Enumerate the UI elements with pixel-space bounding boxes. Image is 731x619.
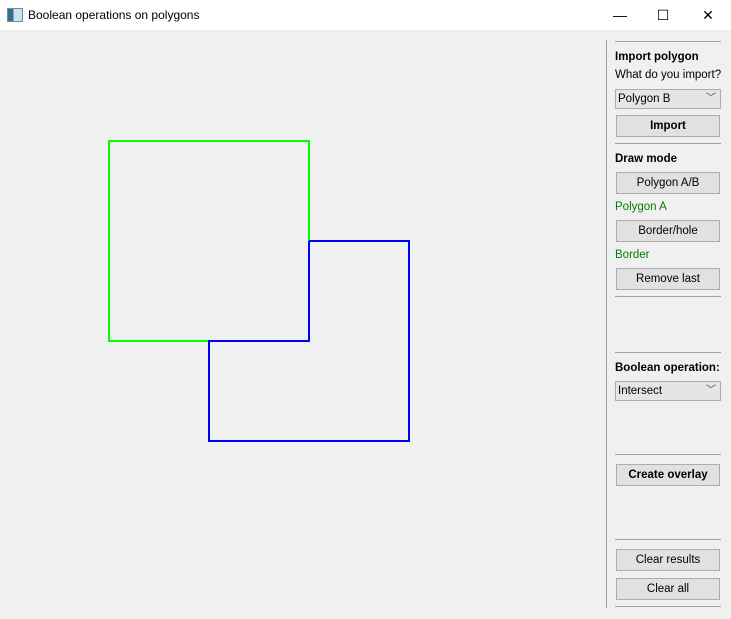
import-question: What do you import? [615, 69, 722, 81]
boolean-select-value: Intersect [618, 385, 663, 397]
panel-divider [606, 40, 607, 608]
border-status: Border [615, 249, 650, 261]
import-button[interactable]: Import [616, 115, 720, 137]
title-bar: Boolean operations on polygons — ☐ ✕ [0, 0, 731, 30]
border-hole-button[interactable]: Border/hole [616, 220, 720, 242]
close-button[interactable]: ✕ [685, 0, 731, 30]
chevron-down-icon: ﹀ [706, 385, 716, 396]
divider [615, 352, 721, 353]
divider [615, 606, 721, 607]
maximize-button[interactable]: ☐ [640, 0, 686, 30]
polygon-ab-button[interactable]: Polygon A/B [616, 172, 720, 194]
polygon-a [108, 140, 310, 342]
window-title: Boolean operations on polygons [28, 8, 200, 22]
remove-last-button[interactable]: Remove last [616, 268, 720, 290]
polygon-b [208, 240, 410, 442]
divider [615, 539, 721, 540]
polygon-status: Polygon A [615, 201, 667, 213]
chevron-down-icon: ﹀ [706, 93, 716, 104]
drawing-canvas[interactable] [0, 30, 600, 619]
draw-mode-heading: Draw mode [615, 153, 677, 165]
divider [615, 41, 721, 42]
boolean-operation-select[interactable]: Intersect ﹀ [615, 381, 721, 401]
minimize-button[interactable]: — [597, 0, 643, 30]
import-select-value: Polygon B [618, 93, 671, 105]
clear-results-button[interactable]: Clear results [616, 549, 720, 571]
divider [615, 454, 721, 455]
app-icon [7, 8, 23, 22]
divider [615, 296, 721, 297]
boolean-operation-heading: Boolean operation: [615, 362, 720, 374]
clear-all-button[interactable]: Clear all [616, 578, 720, 600]
divider [615, 143, 721, 144]
import-heading: Import polygon [615, 51, 699, 63]
import-select[interactable]: Polygon B ﹀ [615, 89, 721, 109]
create-overlay-button[interactable]: Create overlay [616, 464, 720, 486]
